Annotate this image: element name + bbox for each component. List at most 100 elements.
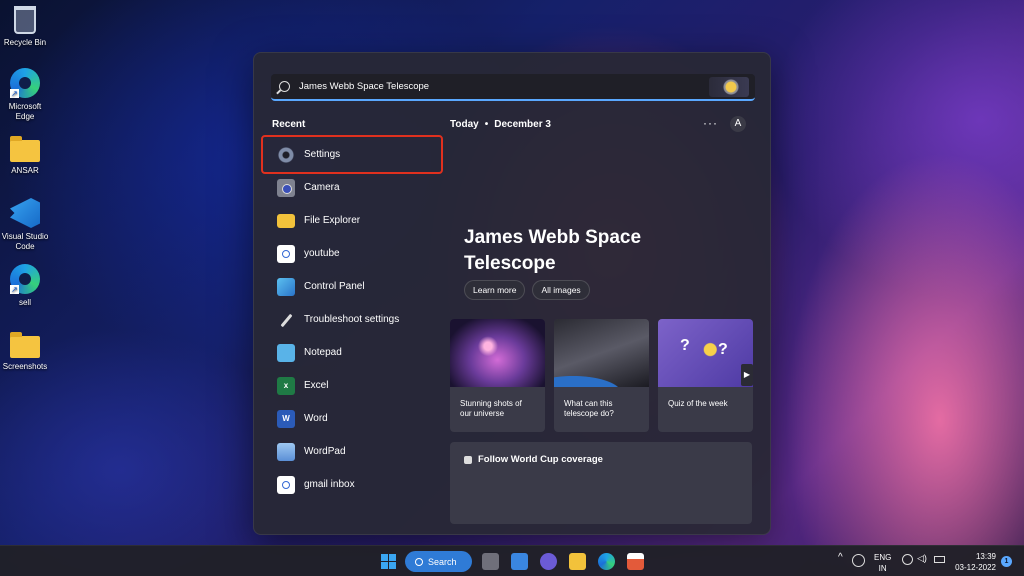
- chevron-up-icon[interactable]: ^: [838, 553, 843, 563]
- desktop-icon-label: Screenshots: [2, 362, 48, 371]
- recent-item-label: WordPad: [304, 446, 346, 457]
- wordpad-icon: [277, 442, 295, 461]
- card-telescope-capabilities[interactable]: What can this telescope do?: [554, 319, 649, 432]
- windows-logo-icon: [381, 562, 388, 569]
- card-image: [450, 319, 545, 387]
- recent-item-excel[interactable]: x Excel: [262, 369, 442, 402]
- recent-item-label: Word: [304, 413, 328, 424]
- search-icon: [415, 557, 423, 566]
- notification-badge[interactable]: 1: [1001, 556, 1012, 567]
- desktop-icon-label: Recycle Bin: [3, 38, 47, 47]
- all-images-button[interactable]: All images: [532, 280, 590, 300]
- recent-item-label: Excel: [304, 380, 329, 391]
- language-code: ENG: [874, 553, 892, 562]
- shortcut-arrow-icon: ↗: [10, 89, 19, 98]
- control-panel-icon: [277, 277, 295, 296]
- recent-item-label: youtube: [304, 248, 340, 259]
- recent-heading: Recent: [272, 119, 306, 130]
- today-label: Today: [450, 119, 479, 130]
- world-cup-card[interactable]: Follow World Cup coverage: [450, 442, 752, 524]
- recent-item-troubleshoot-settings[interactable]: Troubleshoot settings: [262, 303, 442, 336]
- search-box[interactable]: [271, 74, 755, 101]
- desktop-icon-label: sell: [18, 298, 31, 307]
- search-icon: [279, 81, 290, 92]
- clock-time: 13:39: [975, 552, 996, 561]
- card-caption: What can this telescope do?: [564, 399, 614, 418]
- learn-more-button[interactable]: Learn more: [464, 280, 526, 300]
- today-date: December 3: [494, 119, 551, 130]
- recent-item-control-panel[interactable]: Control Panel: [262, 270, 442, 303]
- search-input[interactable]: [299, 81, 755, 92]
- recent-item-label: Notepad: [304, 347, 342, 358]
- language-indicator[interactable]: ENG IN: [874, 554, 891, 573]
- store-icon[interactable]: [627, 553, 644, 570]
- chat-icon[interactable]: [540, 553, 557, 570]
- notepad-icon: [277, 343, 295, 362]
- recent-item-wordpad[interactable]: WordPad: [262, 435, 442, 468]
- recent-item-camera[interactable]: Camera: [262, 171, 442, 204]
- hero-title[interactable]: James Webb Space Telescope: [464, 225, 704, 277]
- task-view-icon[interactable]: [482, 553, 499, 570]
- recent-list: Settings Camera File Explorer youtube Co…: [261, 135, 443, 501]
- recent-item-settings[interactable]: Settings: [261, 135, 443, 174]
- football-icon: [464, 455, 472, 464]
- desktop-icon-label: ANSAR: [11, 166, 39, 175]
- more-options-button[interactable]: ···: [703, 116, 718, 130]
- world-cup-label: Follow World Cup coverage: [478, 454, 603, 465]
- region-code: IN: [878, 564, 887, 573]
- folder-icon: [277, 213, 295, 228]
- recent-item-file-explorer[interactable]: File Explorer: [262, 204, 442, 237]
- recent-item-gmail-inbox[interactable]: gmail inbox: [262, 468, 442, 501]
- desktop-icon-microsoft-edge[interactable]: ↗ Microsoft Edge: [0, 68, 50, 122]
- world-cup-title: Follow World Cup coverage: [464, 454, 603, 465]
- cards-next-button[interactable]: ▶: [741, 364, 753, 386]
- camera-icon: [277, 178, 295, 197]
- desktop-icon-ansar[interactable]: ANSAR: [0, 134, 50, 176]
- taskbar-search-button[interactable]: Search: [405, 551, 472, 572]
- file-explorer-icon[interactable]: [569, 553, 586, 570]
- question-mark-icon: ?: [680, 337, 690, 354]
- windows-logo-icon: [389, 554, 396, 561]
- search-highlight-image[interactable]: [709, 77, 749, 97]
- card-caption: Stunning shots of our universe: [460, 399, 522, 418]
- card-quiz-of-the-week[interactable]: ? ? Quiz of the week: [658, 319, 753, 432]
- today-heading: Today • December 3: [450, 119, 551, 130]
- recent-item-notepad[interactable]: Notepad: [262, 336, 442, 369]
- volume-icon[interactable]: ◁): [917, 554, 927, 563]
- clock-date: 03-12-2022: [955, 563, 996, 572]
- desktop-icon-screenshots[interactable]: Screenshots: [0, 330, 50, 372]
- desktop-icon-vscode[interactable]: Visual Studio Code: [0, 198, 50, 252]
- recent-item-label: File Explorer: [304, 215, 361, 226]
- question-mark-icon: ?: [718, 341, 728, 358]
- wrench-icon: [277, 311, 295, 329]
- folder-icon: [10, 332, 40, 358]
- search-result-icon: [277, 475, 295, 494]
- start-button[interactable]: [381, 554, 396, 569]
- recent-item-word[interactable]: W Word: [262, 402, 442, 435]
- recycle-bin-icon: [14, 6, 36, 34]
- recent-item-label: Settings: [304, 149, 341, 160]
- sync-icon[interactable]: [852, 554, 865, 567]
- recent-item-label: Camera: [304, 182, 340, 193]
- desktop-icon-sell[interactable]: ↗ sell: [0, 264, 50, 308]
- network-icon[interactable]: [902, 554, 913, 565]
- battery-icon[interactable]: [934, 556, 945, 563]
- edge-icon[interactable]: [598, 553, 615, 570]
- account-avatar[interactable]: A: [730, 116, 746, 132]
- desktop-icon-recycle-bin[interactable]: Recycle Bin: [0, 6, 50, 48]
- desktop-icon-label: Microsoft Edge: [8, 102, 42, 121]
- card-stunning-shots[interactable]: Stunning shots of our universe: [450, 319, 545, 432]
- excel-icon: x: [277, 376, 295, 395]
- vscode-icon: [10, 198, 40, 228]
- recent-item-youtube[interactable]: youtube: [262, 237, 442, 270]
- folder-icon: [10, 136, 40, 162]
- card-image: [554, 319, 649, 387]
- gear-icon: [277, 145, 295, 164]
- search-result-icon: [277, 244, 295, 263]
- widgets-icon[interactable]: [511, 553, 528, 570]
- taskbar-search-label: Search: [428, 556, 457, 567]
- edge-icon: ↗: [10, 264, 40, 294]
- highlight-cards: Stunning shots of our universe What can …: [450, 319, 753, 432]
- desktop-icon-label: Visual Studio Code: [1, 232, 49, 251]
- clock[interactable]: 13:39 03-12-2022: [952, 551, 996, 573]
